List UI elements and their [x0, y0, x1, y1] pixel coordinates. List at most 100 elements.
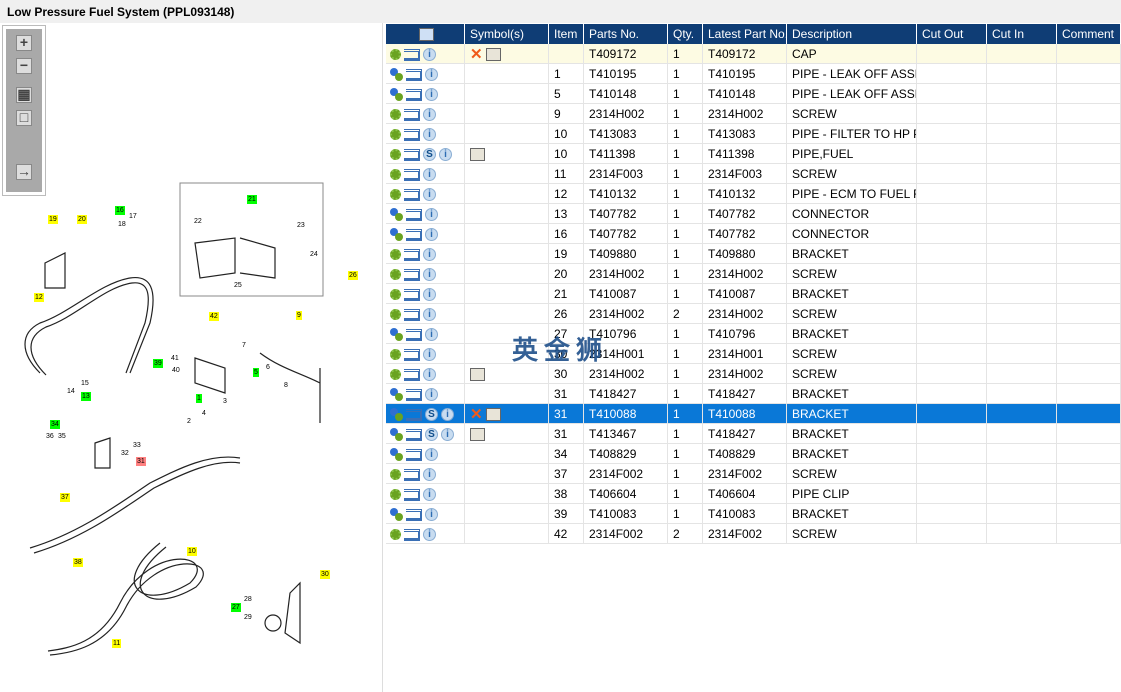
gear-icon[interactable] [390, 189, 401, 201]
info-icon[interactable]: i [423, 348, 436, 362]
cart-icon[interactable] [404, 248, 420, 261]
assembly-gear-icon[interactable] [390, 208, 403, 222]
info-icon[interactable]: i [423, 268, 436, 282]
cart-icon[interactable] [404, 468, 420, 481]
column-header[interactable]: Latest Part No. [703, 24, 787, 44]
info-icon[interactable]: i [425, 448, 438, 462]
callout-label[interactable]: 10 [187, 547, 197, 556]
book-icon[interactable] [470, 428, 485, 442]
export-button[interactable]: → [16, 164, 32, 180]
cart-icon[interactable] [406, 68, 422, 81]
gear-icon[interactable] [390, 149, 401, 161]
cart-icon[interactable] [406, 328, 422, 341]
cart-icon[interactable] [404, 128, 420, 141]
gear-icon[interactable] [390, 529, 401, 541]
cart-icon[interactable] [404, 148, 420, 161]
cart-icon[interactable] [404, 488, 420, 501]
table-row[interactable]: i10T4130831T413083PIPE - FILTER TO HP PU… [386, 124, 1121, 144]
table-row[interactable]: i1T4101951T410195PIPE - LEAK OFF ASSEMBL… [386, 64, 1121, 84]
info-icon[interactable]: i [425, 388, 438, 402]
gear-icon[interactable] [390, 469, 401, 481]
cart-icon[interactable] [404, 308, 420, 321]
callout-label[interactable]: 11 [112, 639, 122, 648]
info-icon[interactable]: i [425, 88, 438, 102]
cart-icon[interactable] [406, 228, 422, 241]
callout-label[interactable]: 37 [60, 493, 70, 502]
gear-icon[interactable] [390, 129, 401, 141]
callout-label[interactable]: 26 [348, 271, 358, 280]
info-icon[interactable]: i [423, 48, 436, 62]
cart-icon[interactable] [404, 348, 420, 361]
info-icon[interactable]: i [441, 428, 454, 442]
table-row[interactable]: i 21 T410087 1 T410087 BRACKET [386, 284, 1121, 304]
zoom-out-button[interactable]: − [16, 58, 32, 74]
column-header[interactable]: Parts No. [584, 24, 668, 44]
assembly-gear-icon[interactable] [390, 68, 403, 82]
gear-icon[interactable] [390, 369, 401, 381]
info-icon[interactable]: i [423, 168, 436, 182]
info-icon[interactable]: i [423, 128, 436, 142]
gear-icon[interactable] [390, 489, 401, 501]
table-row[interactable]: i 16 T407782 1 T407782 CONNECTOR [386, 224, 1121, 244]
callout-label[interactable]: 16 [115, 206, 125, 215]
assembly-gear-icon[interactable] [390, 428, 403, 442]
column-header[interactable]: Symbol(s) [465, 24, 549, 44]
supersession-icon[interactable]: S [425, 428, 438, 442]
supersession-icon[interactable]: S [423, 148, 436, 162]
cart-icon[interactable] [406, 408, 422, 421]
cart-icon[interactable] [404, 268, 420, 281]
table-row[interactable]: i 38 T406604 1 T406604 PIPE CLIP [386, 484, 1121, 504]
callout-label[interactable]: 31 [136, 457, 146, 466]
table-row[interactable]: i 26 2314H002 2 2314H002 SCREW [386, 304, 1121, 324]
column-header[interactable]: Description [787, 24, 917, 44]
cart-icon[interactable] [406, 208, 422, 221]
table-row[interactable]: i 11 2314F003 1 2314F003 SCREW [386, 164, 1121, 184]
table-row[interactable]: i 19 T409880 1 T409880 BRACKET [386, 244, 1121, 264]
cart-icon[interactable] [404, 368, 420, 381]
column-header[interactable]: Item [549, 24, 584, 44]
callout-label[interactable]: 34 [50, 420, 60, 429]
info-icon[interactable]: i [425, 508, 438, 522]
table-row[interactable]: i 20 2314H002 1 2314H002 SCREW [386, 264, 1121, 284]
supersession-icon[interactable]: S [425, 408, 438, 422]
gear-icon[interactable] [390, 109, 401, 121]
table-row[interactable]: i 30 2314H001 1 2314H001 SCREW [386, 344, 1121, 364]
gear-icon[interactable] [390, 269, 401, 281]
table-row[interactable]: i 9 2314H002 1 2314H002 SCREW [386, 104, 1121, 124]
callout-label[interactable]: 38 [73, 558, 83, 567]
callout-label[interactable]: 13 [81, 392, 91, 401]
info-icon[interactable]: i [423, 368, 436, 382]
callout-label[interactable]: 21 [247, 195, 257, 204]
table-row[interactable]: i12T4101321T410132PIPE - ECM TO FUEL FIL… [386, 184, 1121, 204]
info-icon[interactable]: i [423, 248, 436, 262]
assembly-gear-icon[interactable] [390, 228, 403, 242]
info-icon[interactable]: i [423, 288, 436, 302]
column-header[interactable]: Qty. [668, 24, 703, 44]
diagram-panel[interactable]: 21 19 20 16 17 18 22 23 24 25 26 12 42 9 7 6 39 41 40 5 8 15 1… [0, 23, 383, 692]
assembly-gear-icon[interactable] [390, 448, 403, 462]
cart-icon[interactable] [404, 188, 420, 201]
info-icon[interactable]: i [425, 328, 438, 342]
table-row[interactable]: i5T4101481T410148PIPE - LEAK OFF ASSEMBL… [386, 84, 1121, 104]
table-row[interactable]: i 34 T408829 1 T408829 BRACKET [386, 444, 1121, 464]
info-icon[interactable]: i [425, 208, 438, 222]
callout-label[interactable]: 9 [296, 311, 302, 320]
info-icon[interactable]: i [441, 408, 454, 422]
info-icon[interactable]: i [423, 108, 436, 122]
assembly-gear-icon[interactable] [390, 328, 403, 342]
info-icon[interactable]: i [425, 68, 438, 82]
callout-label[interactable]: 27 [231, 603, 241, 612]
fit-all-button[interactable]: ▦ [16, 87, 32, 103]
gear-icon[interactable] [390, 169, 401, 181]
assembly-gear-icon[interactable] [390, 508, 403, 522]
cart-icon[interactable] [406, 428, 422, 441]
callout-label[interactable]: 5 [253, 368, 259, 377]
column-header[interactable]: Cut In [987, 24, 1057, 44]
book-icon[interactable] [485, 408, 501, 422]
cart-icon[interactable] [406, 388, 422, 401]
cart-icon[interactable] [404, 528, 420, 541]
assembly-gear-icon[interactable] [390, 88, 403, 102]
table-row[interactable]: Si 31 T413467 1 T418427 BRACKET [386, 424, 1121, 444]
table-row[interactable]: i 31 T418427 1 T418427 BRACKET [386, 384, 1121, 404]
table-row[interactable]: Si ✕ 31 T410088 1 T410088 BRACKET [386, 404, 1121, 424]
